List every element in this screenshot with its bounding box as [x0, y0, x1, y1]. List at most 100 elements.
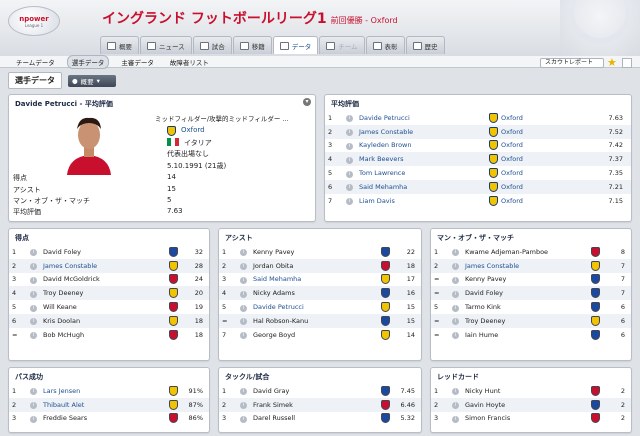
club-link[interactable]: Oxford	[501, 155, 523, 163]
close-icon[interactable]: ▾	[303, 98, 311, 106]
info-icon[interactable]: i	[30, 388, 37, 396]
player-name[interactable]: George Boyd	[250, 328, 378, 342]
player-name[interactable]: James Constable	[40, 258, 166, 273]
info-icon[interactable]: i	[452, 402, 459, 410]
subnav-injury-list[interactable]: 故障者リスト	[166, 56, 213, 68]
table-row[interactable]: 2 i Thibault Alet 87%	[9, 397, 209, 412]
tab-overview[interactable]: 概要	[100, 36, 139, 54]
info-icon[interactable]: i	[30, 276, 37, 284]
player-name[interactable]: Darel Russell	[250, 412, 378, 426]
table-row[interactable]: 1 i Nicky Hunt 2	[431, 384, 631, 398]
table-row[interactable]: 2 i James Constable 7	[431, 258, 631, 273]
club-link[interactable]: Oxford	[501, 197, 523, 205]
player-name[interactable]: Kris Doolan	[40, 313, 166, 328]
info-icon[interactable]: i	[346, 129, 353, 137]
info-icon[interactable]: i	[240, 249, 247, 257]
table-row[interactable]: = i David Foley 7	[431, 286, 631, 301]
player-name[interactable]: Davide Petrucci	[250, 300, 378, 314]
table-row[interactable]: 2 i Jordan Obita 18	[219, 258, 421, 273]
info-icon[interactable]: i	[240, 402, 247, 410]
info-icon[interactable]: i	[452, 276, 459, 284]
info-icon[interactable]: i	[452, 318, 459, 326]
info-icon[interactable]: i	[452, 332, 459, 340]
table-row[interactable]: 1 i David Gray 7.45	[219, 384, 421, 398]
info-icon[interactable]: i	[452, 388, 459, 396]
club-link[interactable]: Oxford	[501, 169, 523, 177]
player-name[interactable]: Tarmo Kink	[462, 300, 588, 314]
player-link[interactable]: Tom Lawrence	[356, 166, 486, 180]
info-icon[interactable]: i	[30, 415, 37, 423]
table-row[interactable]: = i Bob McHugh 18	[9, 328, 209, 342]
info-icon[interactable]: i	[346, 184, 353, 192]
player-name[interactable]: Lars Jensen	[40, 384, 166, 398]
player-link[interactable]: James Constable	[356, 124, 486, 139]
tab-transfers[interactable]: 移籍	[232, 36, 272, 54]
club-link[interactable]: Oxford	[501, 183, 523, 191]
club-link[interactable]: Oxford	[501, 128, 523, 136]
table-row[interactable]: 3 i David McGoldrick 24	[9, 273, 209, 287]
info-icon[interactable]: i	[240, 415, 247, 423]
table-row[interactable]: 1 i Davide Petrucci Oxford 7.63	[325, 111, 631, 125]
player-name[interactable]: Simon Francis	[462, 412, 588, 426]
table-row[interactable]: 3 i Darel Russell 5.32	[219, 412, 421, 426]
table-row[interactable]: = i Iain Hume 6	[431, 328, 631, 342]
info-icon[interactable]: i	[30, 402, 37, 410]
table-row[interactable]: 4 i Troy Deeney 20	[9, 286, 209, 301]
info-icon[interactable]: i	[452, 290, 459, 298]
info-icon[interactable]: i	[346, 170, 353, 178]
table-row[interactable]: = i Kenny Pavey 7	[431, 273, 631, 287]
scout-report-dropdown[interactable]: スカウトレポート	[540, 58, 604, 68]
star-icon[interactable]: ★	[607, 56, 617, 69]
player-link[interactable]: Davide Petrucci	[356, 111, 486, 125]
info-icon[interactable]: i	[240, 332, 247, 340]
info-icon[interactable]: i	[30, 290, 37, 298]
player-name[interactable]: Nicky Adams	[250, 286, 378, 301]
subnav-player-data[interactable]: 選手データ	[66, 54, 110, 69]
player-name[interactable]: Frank Simek	[250, 397, 378, 412]
player-name[interactable]: Thibault Alet	[40, 397, 166, 412]
table-row[interactable]: 2 i Gavin Hoyte 2	[431, 397, 631, 412]
table-row[interactable]: 5 i Tarmo Kink 6	[431, 300, 631, 314]
player-club-link[interactable]: Oxford	[181, 126, 205, 134]
table-row[interactable]: = i Hal Robson-Kanu 15	[219, 313, 421, 328]
info-icon[interactable]: i	[240, 276, 247, 284]
info-icon[interactable]: i	[346, 115, 353, 123]
player-name[interactable]: Bob McHugh	[40, 328, 166, 342]
info-icon[interactable]: i	[30, 332, 37, 340]
player-name[interactable]: Will Keane	[40, 300, 166, 314]
player-name[interactable]: Kenny Pavey	[250, 245, 378, 259]
info-icon[interactable]: i	[346, 142, 353, 150]
info-icon[interactable]: i	[30, 263, 37, 271]
table-row[interactable]: = i Troy Deeney 6	[431, 313, 631, 328]
player-name[interactable]: David Gray	[250, 384, 378, 398]
info-icon[interactable]: i	[240, 304, 247, 312]
player-link[interactable]: Kayleden Brown	[356, 139, 486, 153]
player-name[interactable]: James Constable	[462, 258, 588, 273]
table-row[interactable]: 2 i James Constable Oxford 7.52	[325, 124, 631, 139]
player-name[interactable]: David Foley	[462, 286, 588, 301]
player-link[interactable]: Said Mehamha	[356, 179, 486, 194]
tab-awards[interactable]: 表彰	[365, 36, 405, 54]
table-row[interactable]: 4 i Mark Beevers Oxford 7.37	[325, 152, 631, 167]
player-name[interactable]: Nicky Hunt	[462, 384, 588, 398]
player-name[interactable]: Freddie Sears	[40, 412, 166, 426]
player-name[interactable]: Kwame Adjeman-Pamboe	[462, 245, 588, 259]
club-link[interactable]: Oxford	[501, 141, 523, 149]
tab-data[interactable]: データ	[272, 36, 319, 54]
player-name[interactable]: David McGoldrick	[40, 273, 166, 287]
info-icon[interactable]: i	[452, 249, 459, 257]
info-icon[interactable]: i	[346, 156, 353, 164]
table-row[interactable]: 2 i Frank Simek 6.46	[219, 397, 421, 412]
info-icon[interactable]: i	[30, 304, 37, 312]
club-link[interactable]: Oxford	[501, 114, 523, 122]
menu-icon[interactable]	[622, 58, 632, 68]
tab-team[interactable]: チーム	[319, 36, 365, 54]
player-name[interactable]: Jordan Obita	[250, 258, 378, 273]
table-row[interactable]: 5 i Will Keane 19	[9, 300, 209, 314]
overview-dropdown[interactable]: ● 概要 ▾	[68, 74, 116, 87]
info-icon[interactable]: i	[240, 290, 247, 298]
info-icon[interactable]: i	[30, 249, 37, 257]
info-icon[interactable]: i	[452, 304, 459, 312]
info-icon[interactable]: i	[30, 318, 37, 326]
info-icon[interactable]: i	[240, 388, 247, 396]
